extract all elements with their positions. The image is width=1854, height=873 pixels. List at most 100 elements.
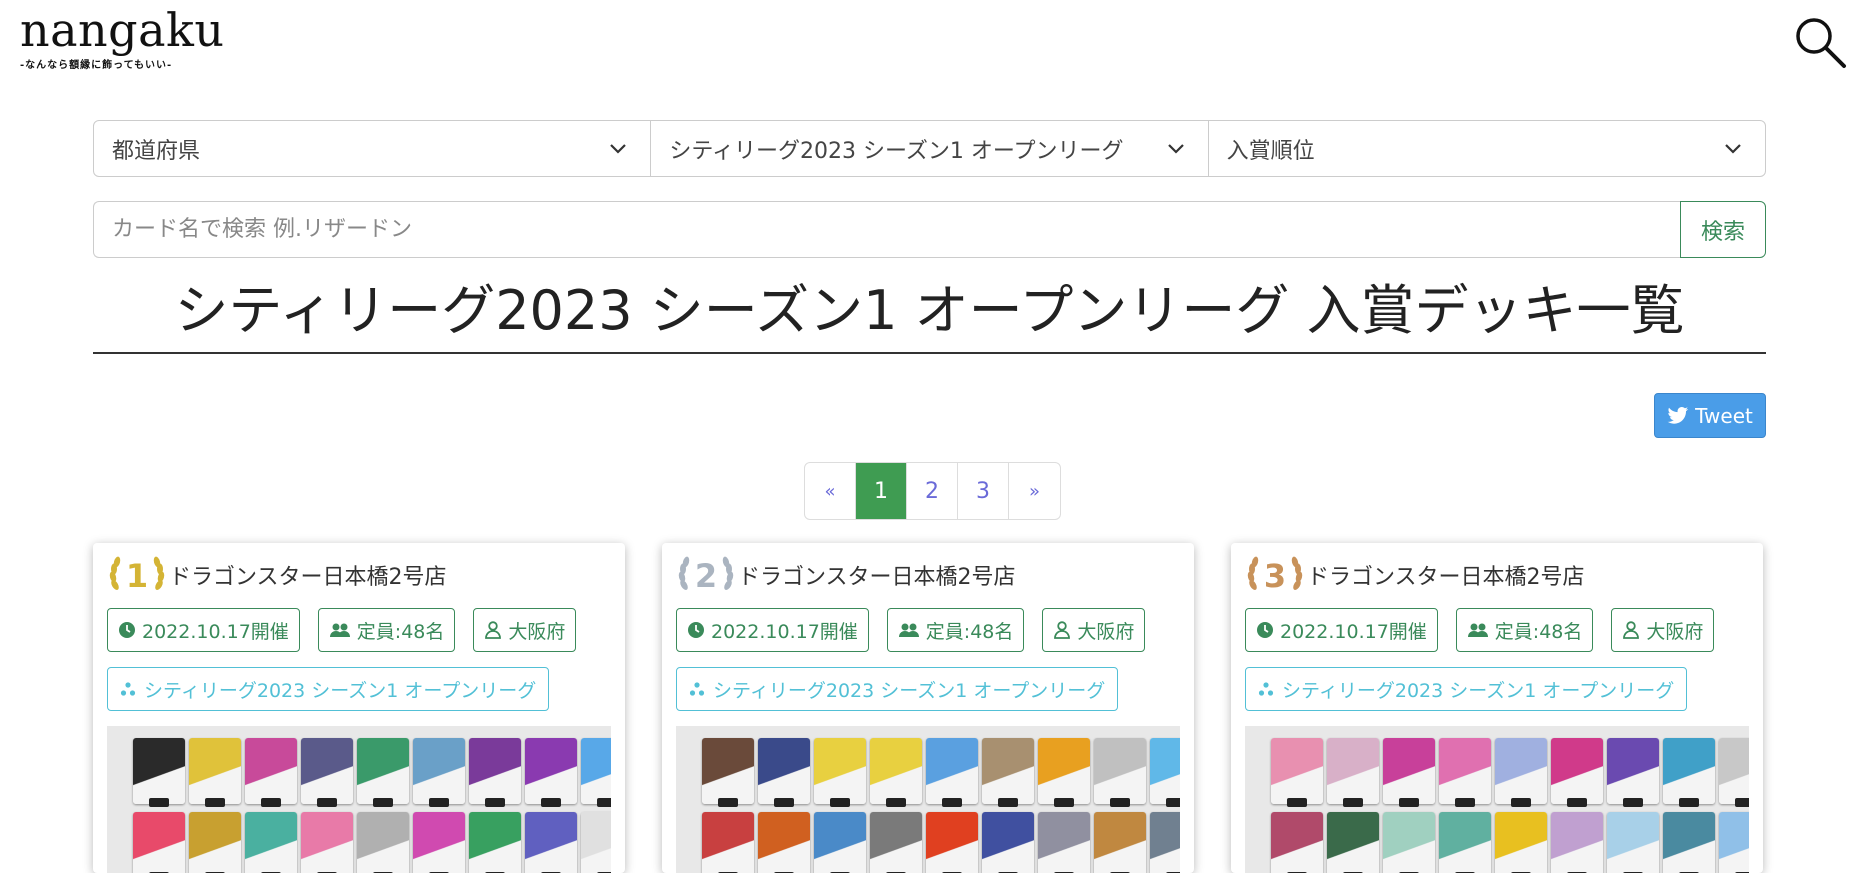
deck-grid bbox=[702, 738, 1180, 873]
deck-card[interactable]: 2 ドラゴンスター日本橋2号店 2022.10.17開催 定員:48名 大阪府 … bbox=[662, 543, 1194, 873]
deck-card-thumbnail bbox=[301, 738, 353, 807]
date-badge: 2022.10.17開催 bbox=[676, 608, 869, 652]
laurel-icon: 3 bbox=[1247, 556, 1303, 595]
deck-card-thumbnail bbox=[1607, 812, 1659, 873]
pagination-page-2[interactable]: 2 bbox=[907, 463, 958, 519]
tweet-button[interactable]: Tweet bbox=[1654, 393, 1766, 438]
league-icon bbox=[120, 682, 136, 696]
users-icon bbox=[898, 623, 919, 637]
clock-icon bbox=[688, 622, 704, 638]
card-count bbox=[774, 798, 794, 807]
pagination-page-3[interactable]: 3 bbox=[958, 463, 1009, 519]
deck-card-thumbnail bbox=[870, 738, 922, 807]
deck-card-thumbnail bbox=[758, 738, 810, 807]
card-count bbox=[205, 798, 225, 807]
deck-card-thumbnail bbox=[581, 738, 611, 807]
league-badge[interactable]: シティリーグ2023 シーズン1 オープンリーグ bbox=[1245, 667, 1688, 711]
card-count bbox=[1166, 798, 1180, 807]
prefecture-text: 大阪府 bbox=[1077, 620, 1135, 643]
shop-name: ドラゴンスター日本橋2号店 bbox=[1307, 565, 1585, 590]
rank-select-value: 入賞順位 bbox=[1226, 138, 1315, 164]
league-select[interactable]: シティリーグ2023 シーズン1 オープンリーグ bbox=[651, 121, 1209, 176]
card-count bbox=[1110, 798, 1130, 807]
card-search-bar: 検索 bbox=[93, 201, 1766, 258]
deck-card-thumbnail bbox=[1383, 738, 1435, 807]
league-badge[interactable]: シティリーグ2023 シーズン1 オープンリーグ bbox=[676, 667, 1119, 711]
deck-card-thumbnail bbox=[702, 738, 754, 807]
deck-card-thumbnail bbox=[982, 812, 1034, 873]
rank-select[interactable]: 入賞順位 bbox=[1209, 121, 1765, 176]
date-text: 2022.10.17開催 bbox=[1280, 620, 1427, 643]
card-count bbox=[1054, 798, 1074, 807]
date-text: 2022.10.17開催 bbox=[142, 620, 289, 643]
deck-card-thumbnail bbox=[357, 812, 409, 873]
deck-grid bbox=[133, 738, 611, 873]
rank-laurel: 1 bbox=[107, 555, 167, 595]
rank-laurel: 2 bbox=[676, 555, 736, 595]
deck-card-thumbnail bbox=[1719, 812, 1749, 873]
deck-card-thumbnail bbox=[469, 812, 521, 873]
shop-name: ドラゴンスター日本橋2号店 bbox=[169, 565, 447, 590]
card-count bbox=[998, 798, 1018, 807]
deck-card-thumbnail bbox=[1439, 812, 1491, 873]
search-icon[interactable] bbox=[1792, 14, 1848, 70]
deck-card-thumbnail bbox=[1663, 812, 1715, 873]
pagination-page-1[interactable]: 1 bbox=[856, 463, 907, 519]
card-badges: 2022.10.17開催 定員:48名 大阪府 bbox=[676, 608, 1146, 652]
league-badge[interactable]: シティリーグ2023 シーズン1 オープンリーグ bbox=[107, 667, 550, 711]
search-button[interactable]: 検索 bbox=[1680, 201, 1766, 258]
league-icon bbox=[689, 682, 705, 696]
deck-card-thumbnail bbox=[525, 812, 577, 873]
deck-card-thumbnail bbox=[870, 812, 922, 873]
card-count bbox=[149, 798, 169, 807]
card-count bbox=[541, 798, 561, 807]
rank-number: 3 bbox=[1264, 557, 1286, 595]
card-count bbox=[1287, 798, 1307, 807]
deck-card-thumbnail bbox=[1383, 812, 1435, 873]
deck-card-thumbnail bbox=[245, 812, 297, 873]
users-icon bbox=[329, 623, 350, 637]
deck-card-thumbnail bbox=[133, 812, 185, 873]
chevron-down-icon bbox=[1725, 144, 1741, 154]
page-title: シティリーグ2023 シーズン1 オープンリーグ 入賞デッキ一覧 bbox=[93, 268, 1766, 354]
pagination-next[interactable]: » bbox=[1009, 463, 1060, 519]
deck-card-thumbnail bbox=[1271, 812, 1323, 873]
deck-card[interactable]: 3 ドラゴンスター日本橋2号店 2022.10.17開催 定員:48名 大阪府 … bbox=[1231, 543, 1763, 873]
deck-card-thumbnail bbox=[301, 812, 353, 873]
card-count bbox=[261, 798, 281, 807]
prefecture-select[interactable]: 都道府県 bbox=[94, 121, 652, 176]
deck-image[interactable] bbox=[676, 726, 1180, 873]
card-count bbox=[485, 798, 505, 807]
deck-card-thumbnail bbox=[926, 812, 978, 873]
card-count bbox=[317, 798, 337, 807]
deck-card-thumbnail bbox=[1150, 738, 1180, 807]
deck-card-thumbnail bbox=[1551, 812, 1603, 873]
deck-card-thumbnail bbox=[1327, 812, 1379, 873]
logo-text: nangaku bbox=[20, 3, 225, 57]
capacity-badge: 定員:48名 bbox=[1455, 608, 1594, 652]
card-count bbox=[886, 798, 906, 807]
pagination: « 1 2 3 » bbox=[804, 462, 1061, 520]
date-badge: 2022.10.17開催 bbox=[1245, 608, 1438, 652]
prefecture-badge: 大阪府 bbox=[1042, 608, 1146, 652]
capacity-text: 定員:48名 bbox=[925, 620, 1014, 643]
site-logo[interactable]: nangaku -なんなら額縁に飾ってもいい- bbox=[20, 4, 225, 71]
card-search-input[interactable] bbox=[93, 201, 1680, 258]
card-count bbox=[1399, 798, 1419, 807]
deck-card-thumbnail bbox=[189, 812, 241, 873]
deck-card-thumbnail bbox=[245, 738, 297, 807]
card-count bbox=[1511, 798, 1531, 807]
deck-image[interactable] bbox=[1245, 726, 1749, 873]
rank-laurel: 3 bbox=[1245, 555, 1305, 595]
person-icon bbox=[1054, 621, 1071, 639]
deck-image[interactable] bbox=[107, 726, 611, 873]
prefecture-text: 大阪府 bbox=[508, 620, 566, 643]
deck-card-thumbnail bbox=[1094, 812, 1146, 873]
deck-card-thumbnail bbox=[1495, 812, 1547, 873]
deck-card[interactable]: 1 ドラゴンスター日本橋2号店 2022.10.17開催 定員:48名 大阪府 … bbox=[93, 543, 625, 873]
pagination-prev[interactable]: « bbox=[805, 463, 856, 519]
person-icon bbox=[1623, 621, 1640, 639]
chevron-down-icon bbox=[1167, 144, 1184, 154]
deck-card-thumbnail bbox=[1719, 738, 1749, 807]
prefecture-text: 大阪府 bbox=[1646, 620, 1704, 643]
